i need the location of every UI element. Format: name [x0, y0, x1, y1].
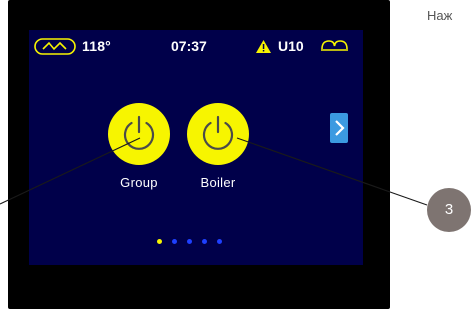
- instruction-text: Наж: [427, 8, 453, 23]
- callout-leader-lines: [0, 137, 428, 206]
- callout-number-badge: 3: [427, 188, 471, 232]
